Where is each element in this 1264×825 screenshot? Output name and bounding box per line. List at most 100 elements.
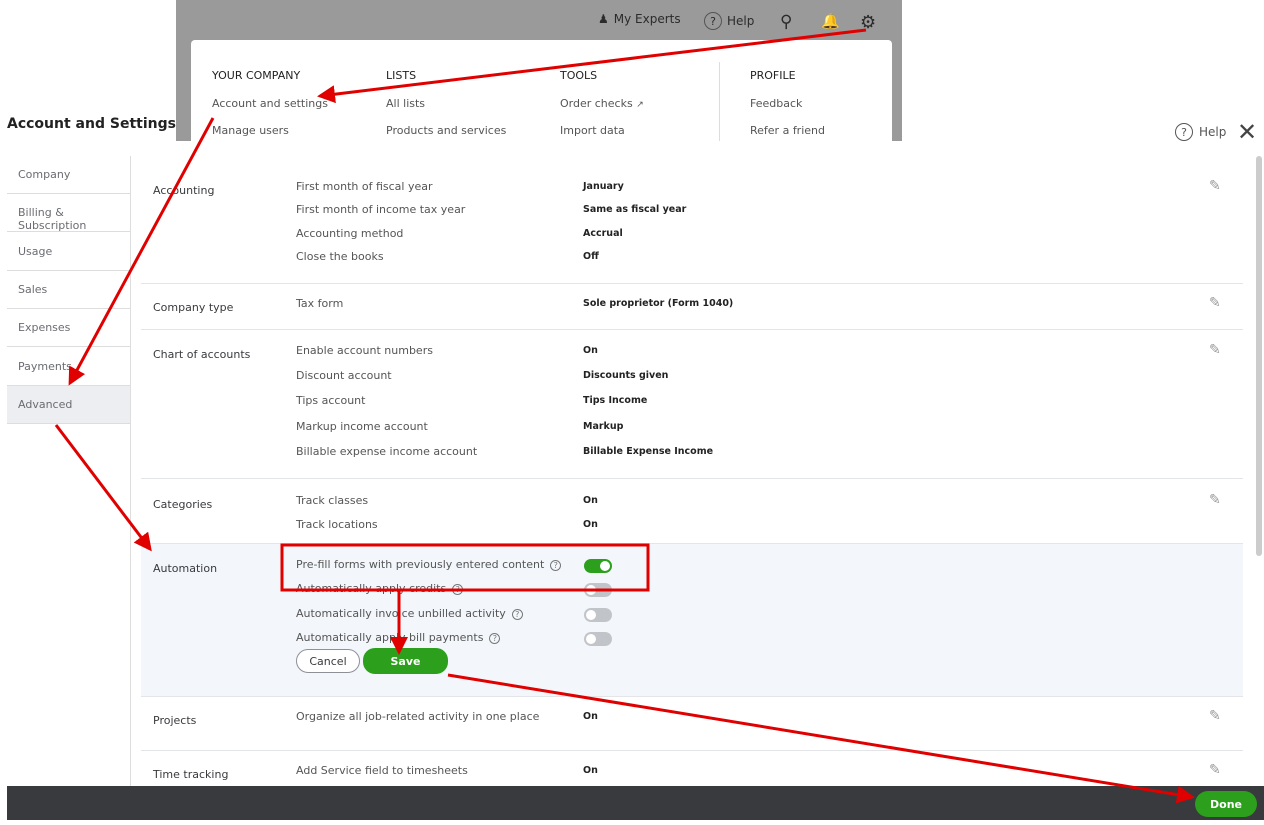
toggle-switch[interactable] — [584, 608, 612, 622]
pencil-icon[interactable]: ✎ — [1209, 178, 1221, 194]
scrollbar[interactable] — [1256, 156, 1262, 556]
footer-bar — [7, 786, 1264, 820]
setting-label: Track classes — [296, 494, 369, 507]
done-button[interactable]: Done — [1195, 791, 1257, 817]
experts-icon: ♟ — [598, 12, 609, 26]
pencil-icon[interactable]: ✎ — [1209, 295, 1221, 311]
help-icon: ? — [704, 12, 722, 30]
section-label: Accounting — [153, 184, 215, 197]
setting-label: Tips account — [296, 394, 366, 407]
section-time-tracking: Time tracking Add Service field to timesh… — [141, 751, 1243, 791]
setting-value: Off — [583, 251, 599, 262]
section-projects: Projects Organize all job-related activit… — [141, 697, 1243, 751]
setting-label: Organize all job-related activity in one… — [296, 710, 540, 723]
setting-value: Accrual — [583, 228, 623, 239]
setting-value: On — [583, 711, 598, 722]
menu-item-all-lists[interactable]: All lists — [386, 97, 425, 110]
menu-heading-lists: LISTS — [386, 69, 417, 82]
sidebar-item-payments[interactable]: Payments — [7, 348, 130, 386]
setting-value: Sole proprietor (Form 1040) — [583, 298, 734, 309]
menu-item-products-services[interactable]: Products and services — [386, 124, 506, 137]
my-experts-button[interactable]: ♟ My Experts — [598, 12, 681, 26]
search-icon[interactable]: ⚲ — [780, 12, 792, 32]
toggle-switch[interactable] — [584, 632, 612, 646]
automation-option-label: Automatically invoice unbilled activity? — [296, 607, 523, 620]
setting-label: Enable account numbers — [296, 344, 433, 357]
setting-label: Close the books — [296, 250, 384, 263]
setting-value: On — [583, 345, 598, 356]
setting-value: Discounts given — [583, 370, 669, 381]
setting-label: First month of income tax year — [296, 203, 466, 216]
pencil-icon[interactable]: ✎ — [1209, 492, 1221, 508]
toggle-switch[interactable] — [584, 559, 612, 573]
menu-item-manage-users[interactable]: Manage users — [212, 124, 289, 137]
menu-item-order-checks[interactable]: Order checks ↗ — [560, 97, 644, 110]
settings-content: Accounting First month of fiscal year Janu… — [141, 156, 1243, 791]
section-label: Automation — [153, 562, 218, 575]
option-text: Pre-fill forms with previously entered c… — [296, 558, 545, 571]
setting-value: On — [583, 519, 598, 530]
setting-value: Markup — [583, 421, 624, 432]
sidebar-item-company[interactable]: Company — [7, 156, 130, 194]
sidebar-item-advanced[interactable]: Advanced — [7, 385, 130, 424]
help-circle-icon[interactable]: ? — [550, 560, 562, 571]
setting-label: Add Service field to timesheets — [296, 764, 468, 777]
menu-item-import-data[interactable]: Import data — [560, 124, 625, 137]
bell-icon[interactable]: 🔔 — [821, 12, 840, 30]
section-automation: Automation Pre-fill forms with previously… — [141, 544, 1243, 697]
order-checks-label: Order checks — [560, 97, 633, 110]
option-text: Automatically apply bill payments — [296, 631, 484, 644]
menu-item-account-and-settings[interactable]: Account and settings — [212, 97, 328, 110]
section-label: Company type — [153, 301, 234, 314]
setting-label: First month of fiscal year — [296, 180, 433, 193]
menu-divider — [719, 62, 720, 141]
pencil-icon[interactable]: ✎ — [1209, 708, 1221, 724]
sidebar-item-usage[interactable]: Usage — [7, 233, 130, 271]
help-icon: ? — [1175, 123, 1193, 141]
my-experts-label: My Experts — [613, 12, 681, 26]
save-button[interactable]: Save — [363, 648, 448, 674]
sidebar-item-billing-subscription[interactable]: Billing & Subscription — [7, 194, 130, 233]
sidebar-item-expenses[interactable]: Expenses — [7, 309, 130, 348]
setting-label: Accounting method — [296, 227, 404, 240]
setting-value: Billable Expense Income — [583, 446, 714, 457]
page-title: Account and Settings — [7, 116, 176, 132]
help-circle-icon[interactable]: ? — [511, 609, 523, 620]
settings-dropdown-menu: YOUR COMPANY Account and settings Manage… — [191, 40, 892, 141]
help-button[interactable]: ? Help — [1175, 123, 1226, 141]
setting-label: Markup income account — [296, 420, 428, 433]
menu-heading-your-company: YOUR COMPANY — [212, 69, 301, 82]
menu-heading-profile: PROFILE — [750, 69, 796, 82]
pencil-icon[interactable]: ✎ — [1209, 342, 1221, 358]
section-label: Time tracking — [153, 768, 229, 781]
setting-value: On — [583, 495, 598, 506]
help-circle-icon[interactable]: ? — [452, 584, 464, 595]
pencil-icon[interactable]: ✎ — [1209, 762, 1221, 778]
setting-value: On — [583, 765, 598, 776]
section-label: Projects — [153, 714, 197, 727]
automation-option-label: Automatically apply credits? — [296, 582, 464, 595]
help-circle-icon[interactable]: ? — [489, 633, 501, 644]
option-text: Automatically apply credits — [296, 582, 447, 595]
setting-label: Track locations — [296, 518, 378, 531]
setting-label: Discount account — [296, 369, 392, 382]
help-label: Help — [727, 14, 755, 28]
sidebar-item-sales[interactable]: Sales — [7, 271, 130, 309]
toggle-switch[interactable] — [584, 583, 612, 597]
settings-sidebar: Company Billing & Subscription Usage Sales E… — [7, 156, 131, 786]
section-company-type: Company type Tax form Sole proprietor (For… — [141, 284, 1243, 330]
close-icon[interactable]: ✕ — [1237, 118, 1257, 146]
option-text: Automatically invoice unbilled activity — [296, 607, 506, 620]
setting-value: Same as fiscal year — [583, 204, 687, 215]
cancel-button[interactable]: Cancel — [296, 649, 360, 673]
menu-item-feedback[interactable]: Feedback — [750, 97, 802, 110]
gear-icon[interactable]: ⚙ — [860, 12, 876, 33]
help-top-button[interactable]: ? Help — [704, 12, 754, 30]
section-accounting: Accounting First month of fiscal year Janu… — [141, 165, 1243, 284]
setting-label: Billable expense income account — [296, 445, 478, 458]
automation-option-label: Automatically apply bill payments? — [296, 631, 501, 644]
setting-value: January — [583, 181, 624, 192]
menu-item-refer-friend[interactable]: Refer a friend — [750, 124, 825, 137]
menu-heading-tools: TOOLS — [560, 69, 598, 82]
setting-value: Tips Income — [583, 395, 648, 406]
